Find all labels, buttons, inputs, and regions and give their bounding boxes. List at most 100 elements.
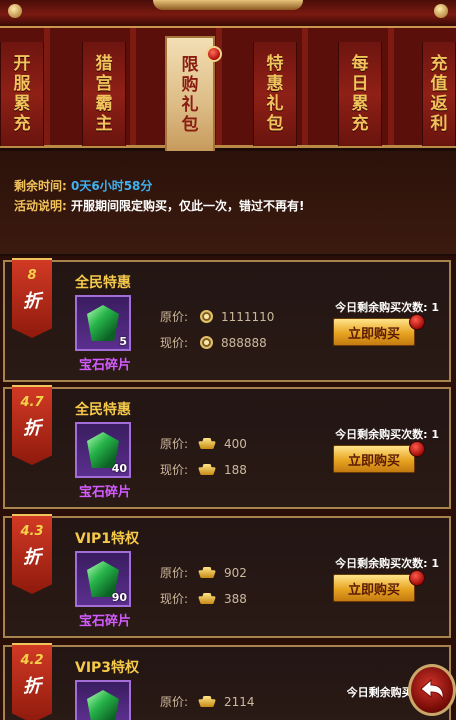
tab-char: 惠 [266,74,284,94]
activity-desc-row: 活动说明: 开服期间限定购买，仅此一次，错过不再有! [14,196,456,216]
remaining-purchases-count: 1 [431,557,439,570]
tab-notification-dot [206,46,222,62]
original-price-value: 1111110 [221,309,275,324]
buy-now-button[interactable]: 立即购买 [333,445,415,473]
tab-char: 充 [351,114,369,134]
discount-value: 4.7 [20,395,44,410]
gem-fragment-icon [87,690,119,720]
tab-meiri-leichong[interactable]: 每 日 累 充 [338,42,382,146]
remaining-purchases-count: 1 [431,428,439,441]
coin-icon [200,336,213,349]
discount-ribbon: 8 折 [12,258,52,338]
current-price-value: 888888 [221,335,267,350]
discount-value: 4.3 [20,524,44,539]
current-price-label: 现价: [160,336,189,350]
buy-notification-dot [409,314,425,330]
tab-char: 限 [181,55,199,75]
discount-ribbon: 4.3 折 [12,514,52,594]
activity-tab-bar: 开 服 累 充 猎 宫 霸 主 限 购 礼 包 特 惠 礼 包 每 日 累 充 … [0,28,456,154]
discount-unit: 折 [23,547,41,568]
remaining-purchases-label: 今日剩余购买次数: [335,557,428,570]
remaining-time-label: 剩余时间: [14,179,67,193]
package-title: 全民特惠 [75,402,131,418]
ornament-knot [153,0,303,10]
original-price-label: 原价: [160,310,189,324]
tab-char: 服 [13,74,31,94]
original-price-label: 原价: [160,695,189,709]
back-arrow-icon [420,678,444,701]
top-ornament [0,0,456,28]
tab-char: 充 [430,54,448,74]
tab-char: 主 [95,114,113,134]
discount-unit: 折 [23,418,41,439]
original-price-value: 902 [224,565,247,580]
tab-char: 包 [266,114,284,134]
remaining-purchases: 今日剩余购买次数: 1 [335,426,439,442]
remaining-purchases: 今日剩余购买次数: 1 [335,555,439,571]
tab-char: 礼 [266,94,284,114]
tab-kaifu-leichong[interactable]: 开 服 累 充 [0,42,44,146]
current-price-value: 388 [224,591,247,606]
gem-fragment-icon [87,305,119,341]
tab-char: 礼 [181,95,199,115]
tab-char: 开 [13,54,31,74]
package-card: 4.7 折 全民特惠 40 宝石碎片 原价: 400 现价: 188 今日剩余购… [3,385,451,509]
tab-char: 宫 [95,74,113,94]
remaining-purchases-label: 今日剩余购买次数: [335,428,428,441]
tab-char: 充 [13,114,31,134]
original-price-value: 2114 [224,694,255,709]
activity-desc-value: 开服期间限定购买，仅此一次，错过不再有! [71,199,305,213]
package-list[interactable]: 8 折 全民特惠 5 宝石碎片 原价: 1111110 现价: 888888 今… [0,256,456,720]
item-name: 宝石碎片 [78,485,131,500]
tab-char: 包 [181,115,199,135]
package-title: VIP1特权 [75,531,140,547]
discount-value: 4.2 [20,653,44,668]
tab-chongzhi-fanli[interactable]: 充 值 返 利 [422,42,456,146]
tab-tehui-libao[interactable]: 特 惠 礼 包 [253,42,297,146]
tab-char: 猎 [95,54,113,74]
ingot-icon [198,438,216,449]
item-slot[interactable]: 40 [75,422,131,478]
activity-info-panel: 剩余时间: 0天6小时58分 活动说明: 开服期间限定购买，仅此一次，错过不再有… [0,151,456,254]
item-slot[interactable] [75,680,131,720]
tab-liegong-bazhu[interactable]: 猎 宫 霸 主 [82,42,126,146]
tab-char: 返 [430,94,448,114]
package-title: 全民特惠 [75,275,131,291]
coin-icon [200,310,213,323]
item-name: 宝石碎片 [78,614,131,629]
item-name: 宝石碎片 [78,358,131,373]
item-slot[interactable]: 5 [75,295,131,351]
buy-now-button[interactable]: 立即购买 [333,318,415,346]
ornament-knob-left [8,4,22,18]
ingot-icon [198,464,216,475]
ingot-icon [198,696,216,707]
original-price-label: 原价: [160,437,189,451]
remaining-time-value: 0天6小时58分 [71,179,153,193]
tab-char: 累 [13,94,31,114]
current-price-value: 188 [224,462,247,477]
back-button[interactable] [408,664,456,716]
current-price-row: 现价: 888888 [160,334,267,351]
package-card: 4.2 折 VIP3特权 原价: 2114 今日剩余购买次数: [3,643,451,720]
current-price-label: 现价: [160,463,189,477]
original-price-row: 原价: 1111110 [160,308,274,325]
original-price-row: 原价: 902 [160,564,247,581]
tab-char: 值 [430,74,448,94]
remaining-purchases-count: 1 [431,301,439,314]
tab-char: 霸 [95,94,113,114]
discount-unit: 折 [23,676,41,697]
item-count: 90 [111,591,127,604]
item-count: 40 [111,462,127,475]
remaining-purchases: 今日剩余购买次数: 1 [335,299,439,315]
discount-ribbon: 4.2 折 [12,643,52,720]
package-card: 8 折 全民特惠 5 宝石碎片 原价: 1111110 现价: 888888 今… [3,258,451,382]
original-price-row: 原价: 400 [160,435,247,452]
remaining-time-row: 剩余时间: 0天6小时58分 [14,176,456,196]
original-price-row: 原价: 2114 [160,693,255,710]
tab-char: 累 [351,94,369,114]
package-title: VIP3特权 [75,660,140,676]
item-slot[interactable]: 90 [75,551,131,607]
buy-notification-dot [409,570,425,586]
original-price-value: 400 [224,436,247,451]
buy-now-button[interactable]: 立即购买 [333,574,415,602]
